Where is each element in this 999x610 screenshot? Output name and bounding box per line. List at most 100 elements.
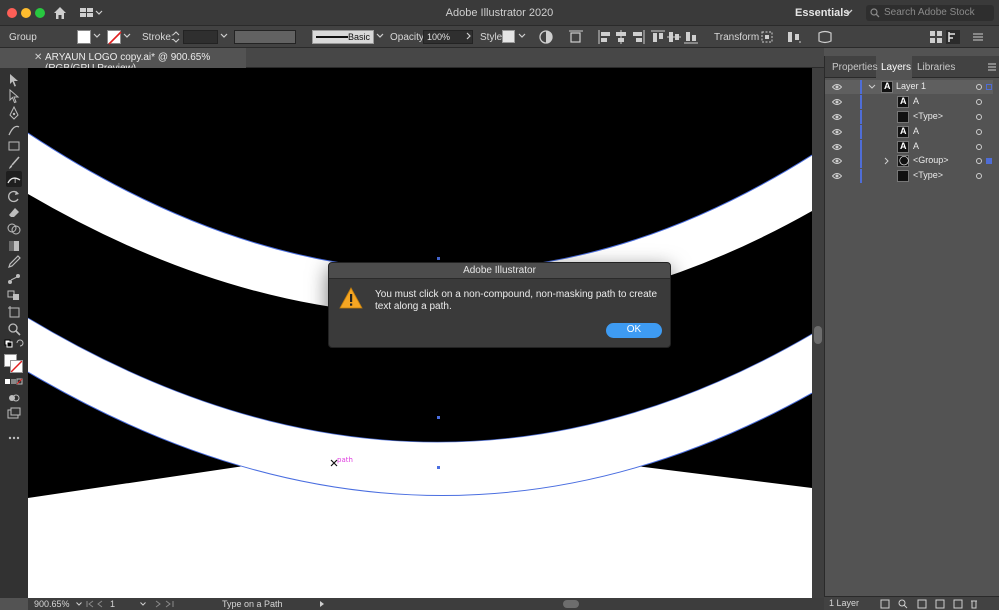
layer-name[interactable]: <Type> (913, 170, 943, 180)
align-top-icon[interactable] (650, 29, 666, 45)
layer-row[interactable]: A A (825, 140, 993, 154)
align-right-icon[interactable] (630, 29, 646, 45)
target-circle-icon[interactable] (976, 114, 982, 120)
shape-builder-tool-icon[interactable] (6, 221, 22, 237)
anchor-point[interactable] (437, 466, 440, 469)
anchor-point[interactable] (437, 257, 440, 260)
arrange-panels-icon[interactable] (928, 29, 944, 45)
selection-options-icon[interactable] (945, 29, 961, 45)
target-circle-icon[interactable] (976, 144, 982, 150)
envelope-distort-icon[interactable] (817, 29, 833, 45)
panel-menu-icon[interactable] (988, 63, 996, 71)
layer-row[interactable]: A A (825, 125, 993, 139)
visibility-eye-icon[interactable] (832, 83, 842, 91)
target-circle-icon[interactable] (976, 173, 982, 179)
tab-libraries[interactable]: Libraries (917, 62, 955, 73)
tab-properties[interactable]: Properties (832, 62, 878, 73)
stroke-stepper-icon[interactable] (172, 30, 180, 44)
layer-row[interactable]: ◯ <Group> (825, 154, 993, 168)
layer-name[interactable]: A (913, 141, 919, 151)
selection-tool-icon[interactable] (6, 72, 22, 88)
stroke-color-swatch[interactable] (10, 360, 23, 373)
selection-indicator[interactable] (986, 84, 992, 90)
default-fill-stroke-icon[interactable] (4, 339, 24, 355)
curvature-tool-icon[interactable] (6, 122, 22, 138)
direct-selection-tool-icon[interactable] (6, 88, 22, 104)
recolor-artwork-icon[interactable] (538, 29, 554, 45)
blend-tool-icon[interactable] (6, 271, 22, 287)
target-circle-icon[interactable] (976, 158, 982, 164)
scrollbar-thumb[interactable] (814, 326, 822, 344)
horizontal-scrollbar-thumb[interactable] (563, 600, 579, 608)
align-middle-icon[interactable] (666, 29, 682, 45)
visibility-eye-icon[interactable] (832, 113, 842, 121)
layer-name[interactable]: Layer 1 (896, 81, 926, 91)
home-icon[interactable] (52, 5, 68, 21)
chevron-down-icon[interactable] (140, 601, 146, 607)
minimize-window-button[interactable] (21, 8, 31, 18)
close-tab-button[interactable]: ✕ (34, 52, 42, 63)
drawing-mode-icon[interactable] (6, 390, 22, 406)
stock-search-input[interactable]: Search Adobe Stock (866, 5, 994, 21)
chevron-down-icon[interactable] (845, 8, 853, 16)
artboard-tool-icon[interactable] (6, 304, 22, 320)
visibility-eye-icon[interactable] (832, 157, 842, 165)
zoom-level[interactable]: 900.65% (34, 599, 74, 610)
stroke-weight-input[interactable] (183, 30, 218, 44)
layer-row[interactable]: A A (825, 95, 993, 109)
live-paint-bucket-icon[interactable] (6, 287, 22, 303)
layer-name[interactable]: A (913, 126, 919, 136)
visibility-eye-icon[interactable] (832, 128, 842, 136)
align-center-icon[interactable] (613, 29, 629, 45)
zoom-tool-icon[interactable] (6, 321, 22, 337)
eyedropper-tool-icon[interactable] (6, 254, 22, 270)
artboard-number[interactable]: 1 (110, 599, 115, 609)
chevron-down-icon[interactable] (376, 32, 384, 40)
layer-actions-icons[interactable] (880, 599, 980, 609)
chevron-down-icon[interactable] (93, 32, 101, 40)
panel-menu-icon[interactable] (970, 29, 986, 45)
chevron-down-icon[interactable] (76, 601, 82, 607)
align-to-icon[interactable] (568, 29, 584, 45)
target-circle-icon[interactable] (976, 84, 982, 90)
variable-width-profile[interactable] (234, 30, 296, 44)
next-artboard-icon[interactable] (152, 600, 176, 608)
chevron-right-icon[interactable] (883, 157, 891, 165)
arrange-documents-icon[interactable] (79, 7, 103, 19)
fill-swatch[interactable] (77, 30, 91, 44)
paintbrush-tool-icon[interactable] (6, 155, 22, 171)
layer-name[interactable]: <Type> (913, 111, 943, 121)
align-bottom-icon[interactable] (683, 29, 699, 45)
layer-name[interactable]: A (913, 96, 919, 106)
target-circle-icon[interactable] (976, 129, 982, 135)
visibility-eye-icon[interactable] (832, 172, 842, 180)
screen-mode-icon[interactable] (6, 406, 22, 422)
distribute-icon[interactable] (786, 29, 802, 45)
target-circle-icon[interactable] (976, 99, 982, 105)
layer-row[interactable]: A Layer 1 (825, 80, 993, 94)
layer-name[interactable]: <Group> (913, 155, 949, 165)
anchor-point[interactable] (437, 416, 440, 419)
tab-layers[interactable]: Layers (881, 62, 911, 73)
chevron-right-icon[interactable] (465, 32, 473, 40)
workspace-switcher[interactable]: Essentials (795, 7, 849, 19)
isolate-group-icon[interactable] (759, 29, 775, 45)
rectangle-tool-icon[interactable] (6, 138, 22, 154)
color-mode-icons[interactable] (4, 377, 24, 387)
gradient-tool-icon[interactable] (6, 238, 22, 254)
pen-tool-icon[interactable] (6, 105, 22, 121)
selection-indicator[interactable] (986, 158, 992, 164)
chevron-down-icon[interactable] (868, 83, 876, 91)
visibility-eye-icon[interactable] (832, 98, 842, 106)
stroke-swatch[interactable] (107, 30, 122, 45)
previous-artboard-icon[interactable] (86, 600, 106, 608)
graphic-style-swatch[interactable] (502, 30, 515, 43)
chevron-down-icon[interactable] (123, 32, 131, 40)
vertical-scrollbar[interactable] (812, 68, 824, 598)
layer-row[interactable]: <Type> (825, 169, 993, 183)
close-window-button[interactable] (7, 8, 17, 18)
rotate-tool-icon[interactable] (6, 188, 22, 204)
chevron-right-icon[interactable] (319, 600, 325, 608)
transform-button[interactable]: Transform (714, 32, 759, 43)
visibility-eye-icon[interactable] (832, 143, 842, 151)
